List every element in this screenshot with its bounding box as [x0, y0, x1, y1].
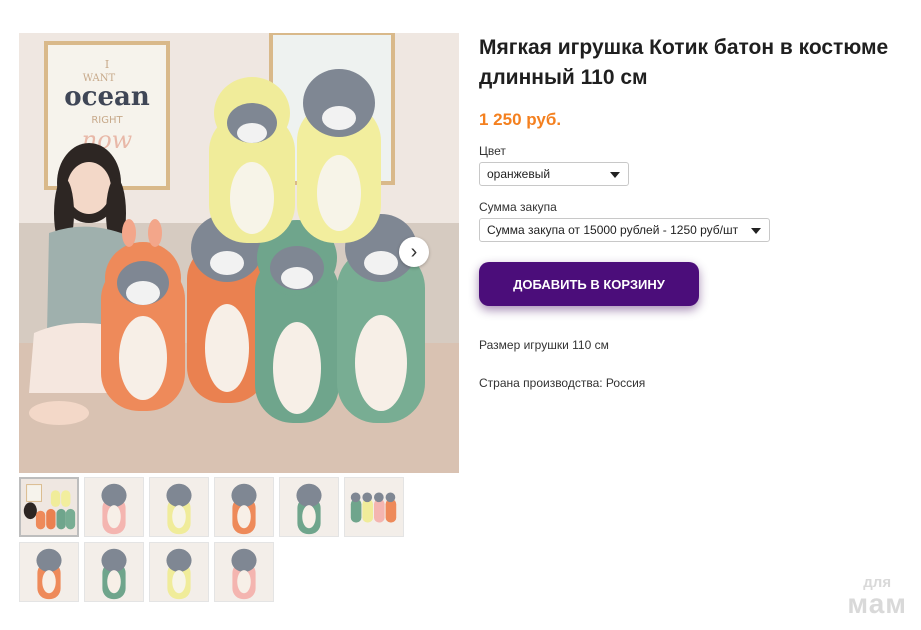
- cat-yellow: [209, 77, 295, 243]
- thumbnail-7[interactable]: [19, 542, 79, 602]
- thumbnail-3[interactable]: [149, 477, 209, 537]
- thumbnail-5[interactable]: [279, 477, 339, 537]
- next-photo-button[interactable]: ›: [399, 237, 429, 267]
- thumbnail-2[interactable]: [84, 477, 144, 537]
- product-title: Мягкая игрушка Котик батон в костюме дли…: [479, 36, 889, 89]
- thumbnail-1[interactable]: [19, 477, 79, 537]
- thumbnail-image: [21, 479, 77, 535]
- product-photo-image: I WANT ocean RIGHT now: [19, 33, 459, 473]
- add-to-cart-button[interactable]: ДОБАВИТЬ В КОРЗИНУ: [479, 262, 699, 306]
- chevron-right-icon: ›: [410, 241, 418, 263]
- thumbnail-image: [280, 478, 338, 536]
- color-select[interactable]: оранжевый: [479, 162, 629, 186]
- purchase-sum-select-value: Сумма закупа от 15000 рублей - 1250 руб/…: [487, 223, 739, 237]
- thumbnail-image: [150, 543, 208, 601]
- thumbnail-6[interactable]: [344, 477, 404, 537]
- caret-down-icon: [751, 228, 761, 234]
- thumbnail-4[interactable]: [214, 477, 274, 537]
- poster-line-3: ocean: [64, 82, 150, 112]
- thumbnail-image: [215, 478, 273, 536]
- color-label: Цвет: [479, 144, 506, 158]
- thumbnail-8[interactable]: [84, 542, 144, 602]
- cat-yellow-2: [297, 69, 381, 243]
- purchase-sum-select[interactable]: Сумма закупа от 15000 рублей - 1250 руб/…: [479, 218, 770, 242]
- country-of-origin-text: Страна производства: Россия: [479, 376, 646, 390]
- main-product-photo[interactable]: I WANT ocean RIGHT now ›: [19, 33, 459, 473]
- purchase-sum-label: Сумма закупа: [479, 200, 557, 214]
- watermark-line-2: мам: [847, 588, 907, 619]
- thumbnail-image: [20, 543, 78, 601]
- thumbnail-image: [215, 543, 273, 601]
- toy-size-text: Размер игрушки 110 см: [479, 338, 609, 352]
- thumbnail-image: [85, 543, 143, 601]
- product-gallery: I WANT ocean RIGHT now ›: [19, 33, 459, 602]
- site-watermark: для мам: [847, 575, 907, 618]
- thumbnail-image: [345, 478, 403, 536]
- cat-green: [255, 220, 339, 423]
- thumbnail-image: [150, 478, 208, 536]
- poster-line-4: RIGHT: [91, 115, 123, 126]
- color-select-value: оранжевый: [487, 167, 551, 181]
- thumbnail-image: [85, 478, 143, 536]
- product-info: Мягкая игрушка Котик батон в костюме дли…: [479, 33, 909, 390]
- thumbnail-10[interactable]: [214, 542, 274, 602]
- poster-line-1: I: [105, 58, 109, 71]
- caret-down-icon: [610, 172, 620, 178]
- thumbnail-9[interactable]: [149, 542, 209, 602]
- product-price: 1 250 руб.: [479, 110, 562, 129]
